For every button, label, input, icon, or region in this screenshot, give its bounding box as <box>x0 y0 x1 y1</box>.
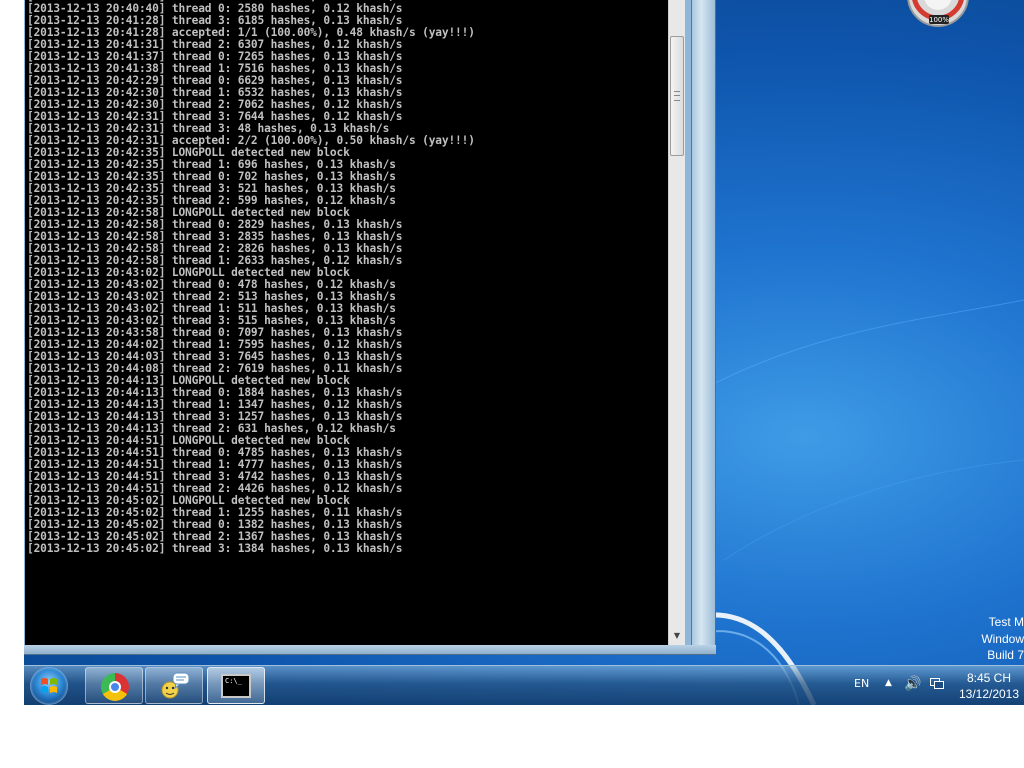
gadget-percent: 100% <box>929 16 949 24</box>
cpu-meter-gadget-icon: 100% <box>907 0 969 27</box>
console-line: [2013-12-13 20:45:02] thread 3: 1384 has… <box>27 542 403 555</box>
watermark-line-1: Test M <box>988 615 1024 629</box>
desktop: 100% Test M Window Build 7 [2013-12-13 2… <box>24 0 1024 705</box>
console-vertical-scrollbar[interactable]: ▼ <box>668 0 685 645</box>
console-window-frame[interactable] <box>692 0 716 655</box>
volume-icon[interactable]: 🔊 <box>904 676 921 692</box>
taskbar: C:\_ EN ▲ 🔊 8:45 CH 13/12/2013 <box>24 665 1024 705</box>
taskbar-chat-button[interactable] <box>145 667 203 704</box>
scroll-down-arrow-icon[interactable]: ▼ <box>669 628 685 644</box>
windows-orb-icon <box>41 678 57 693</box>
watermark-line-2: Window <box>981 631 1024 646</box>
console-window[interactable]: [2013-12-13 20:40:40] thread 1: 1534 has… <box>24 0 692 655</box>
start-button[interactable] <box>30 667 68 705</box>
console-icon: C:\_ <box>221 674 251 698</box>
tray-expand-icon[interactable]: ▲ <box>885 678 892 688</box>
console-icon-label: C:\_ <box>225 677 242 685</box>
network-icon[interactable] <box>930 678 944 689</box>
windows-test-mode-watermark: Test M Window Build 7 <box>914 614 1024 664</box>
taskbar-clock[interactable]: 8:45 CH 13/12/2013 <box>954 670 1024 702</box>
console-output[interactable]: [2013-12-13 20:40:40] thread 1: 1534 has… <box>25 0 668 645</box>
console-window-frame-bottom[interactable] <box>24 645 716 655</box>
taskbar-console-button[interactable]: C:\_ <box>207 667 265 704</box>
clock-date: 13/12/2013 <box>958 687 1020 701</box>
console-text: [2013-12-13 20:40:40] thread 1: 1534 has… <box>27 0 475 555</box>
watermark-line-3: Build 7 <box>987 648 1024 662</box>
cpu-meter-gadget[interactable]: 100% <box>900 0 980 40</box>
clock-time: 8:45 CH <box>966 671 1012 685</box>
scrollbar-thumb[interactable] <box>670 36 684 156</box>
taskbar-chrome-button[interactable] <box>85 667 143 704</box>
chat-bubble-icon <box>161 672 190 699</box>
scrollbar-grip-icon <box>674 91 680 101</box>
chrome-icon <box>101 673 129 701</box>
language-indicator[interactable]: EN <box>854 677 869 690</box>
